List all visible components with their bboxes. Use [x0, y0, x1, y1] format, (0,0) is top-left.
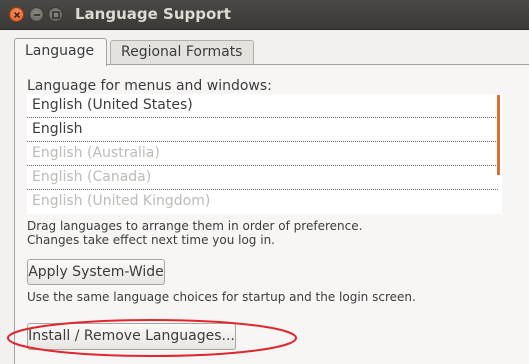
drag-hint-line-1: Drag languages to arrange them in order …	[27, 219, 363, 233]
language-item[interactable]: English (Australia)	[27, 142, 498, 166]
close-window-button[interactable]	[9, 7, 24, 22]
close-icon	[13, 11, 21, 19]
maximize-window-button[interactable]	[48, 7, 63, 22]
minimize-window-button[interactable]	[29, 7, 44, 22]
install-remove-languages-button[interactable]: Install / Remove Languages...	[27, 323, 236, 350]
minimize-icon	[34, 14, 40, 16]
language-list[interactable]: English (United States) English English …	[27, 94, 502, 214]
apply-hint: Use the same language choices for startu…	[27, 290, 416, 304]
drag-hint-line-2: Changes take effect next time you log in…	[27, 233, 275, 247]
maximize-icon	[52, 11, 60, 19]
title-bar: Language Support	[0, 0, 529, 30]
language-item[interactable]: English (United States)	[27, 94, 498, 118]
language-item[interactable]: English (Canada)	[27, 166, 498, 190]
language-list-scrollbar[interactable]	[497, 95, 500, 175]
language-item[interactable]: English	[27, 118, 498, 142]
tab-regional-formats[interactable]: Regional Formats	[110, 40, 254, 64]
language-list-heading: Language for menus and windows:	[27, 78, 272, 94]
tab-language[interactable]: Language	[14, 38, 107, 66]
language-item[interactable]: English (United Kingdom)	[27, 190, 498, 214]
apply-system-wide-button[interactable]: Apply System-Wide	[27, 259, 165, 285]
window-title: Language Support	[75, 5, 231, 23]
language-support-window: Language Support Language Regional Forma…	[0, 0, 529, 364]
